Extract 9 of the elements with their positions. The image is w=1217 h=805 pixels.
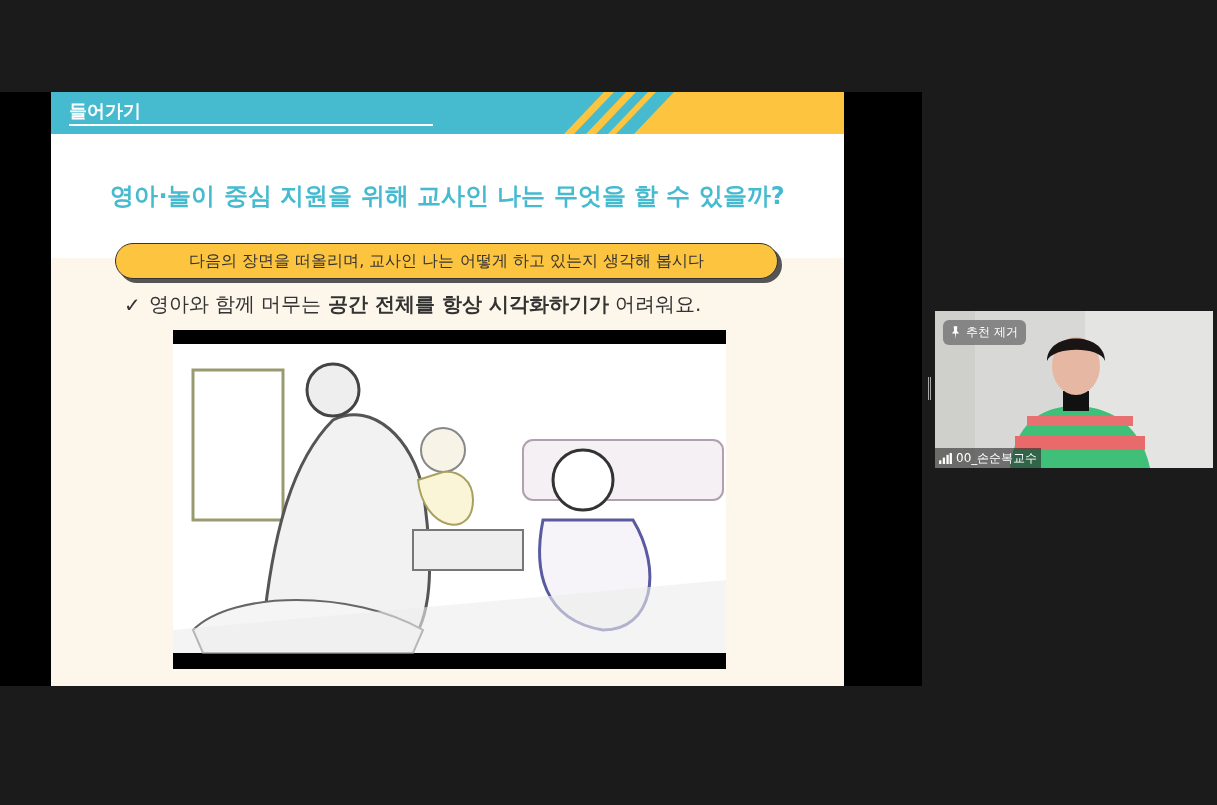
unpin-button[interactable]: 추천 제거 xyxy=(943,320,1026,345)
bullet-text: 영아와 함께 머무는 공간 전체를 항상 시각화하기가 어려워요. xyxy=(148,291,702,318)
check-mark: ✓ xyxy=(124,292,141,317)
section-title: 들어가기 xyxy=(69,99,433,126)
pin-icon xyxy=(951,326,960,339)
signal-icon xyxy=(939,452,952,464)
resize-handle[interactable] xyxy=(928,377,931,400)
slide-heading: 영아·놀이 중심 지원을 위해 교사인 나는 무엇을 할 수 있을까? xyxy=(110,181,785,212)
participant-name: 00_손순복교수 xyxy=(956,449,1038,467)
